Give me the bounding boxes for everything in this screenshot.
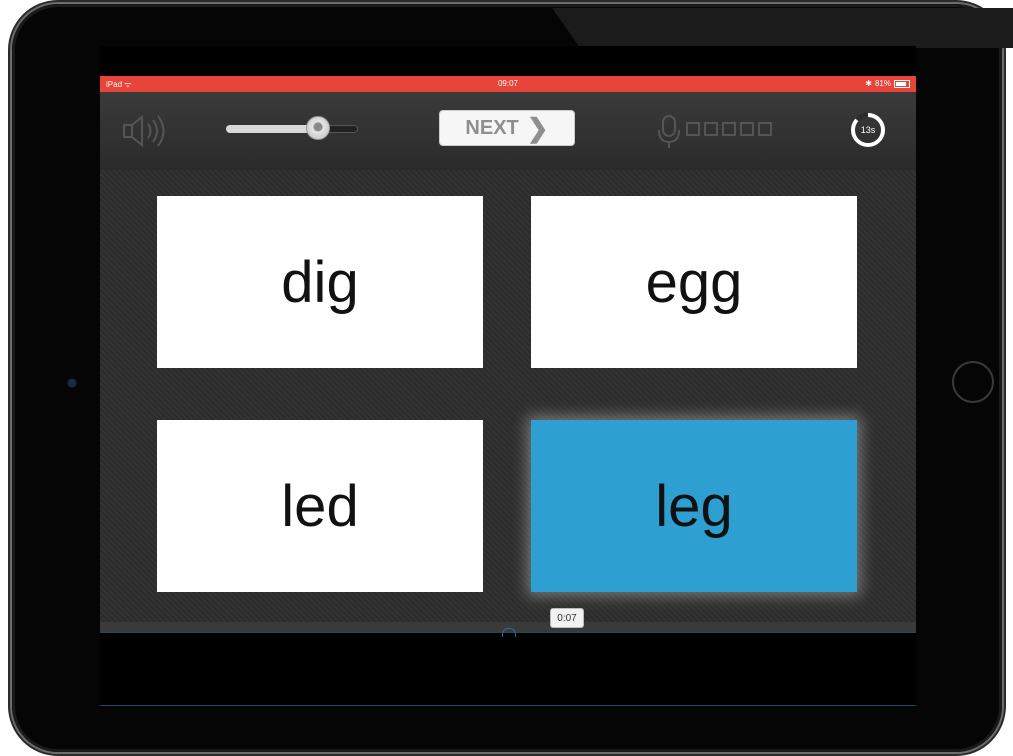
scrubber-handle[interactable] (502, 628, 516, 637)
next-button-label: NEXT (465, 116, 519, 139)
bluetooth-icon: ✱ (865, 79, 872, 88)
word-card-leg-selected[interactable]: leg (531, 420, 857, 592)
card-word: led (281, 473, 359, 539)
microphone-icon[interactable] (656, 114, 682, 150)
chevron-right-icon: ❯ (526, 113, 549, 143)
mic-level-box (722, 122, 736, 136)
clock: 09:07 (497, 79, 519, 88)
playback-time-tooltip: 0:07 (550, 608, 584, 628)
word-card-grid: dig egg led leg (100, 170, 916, 622)
toolbar: NEXT ❯ 13s (100, 92, 916, 171)
battery-indicator: ✱ 81% (865, 79, 910, 88)
card-word: dig (281, 249, 359, 315)
slider-thumb[interactable] (306, 116, 331, 140)
recording-level-boxes (686, 122, 772, 136)
status-bar: iPad ᯤ 09:07 ✱ 81% (100, 76, 916, 92)
ipad-screen: iPad ᯤ 09:07 ✱ 81% NEXT ❯ 13s dig egg le… (100, 46, 916, 706)
recording-indicator (656, 114, 796, 150)
video-controls-bar (100, 632, 916, 706)
timer-icon: 13s (851, 112, 885, 147)
home-button[interactable] (952, 361, 994, 403)
slider-fill (226, 125, 319, 133)
mic-level-box (740, 122, 754, 136)
mic-level-box (686, 122, 700, 136)
word-card-led[interactable]: led (157, 420, 483, 592)
speaker-icon[interactable] (122, 114, 172, 148)
word-card-egg[interactable]: egg (531, 196, 857, 368)
battery-percent: 81% (874, 79, 891, 88)
word-card-dig[interactable]: dig (157, 196, 483, 368)
card-word: leg (655, 473, 733, 539)
card-word: egg (645, 249, 743, 315)
mic-level-box (704, 122, 718, 136)
timer-label: 13s (861, 125, 876, 135)
front-camera (68, 379, 76, 387)
next-button[interactable]: NEXT ❯ (439, 110, 575, 146)
frame-highlight (552, 8, 1013, 48)
volume-slider[interactable] (226, 116, 358, 140)
battery-icon (894, 79, 910, 88)
mic-level-box (758, 122, 772, 136)
